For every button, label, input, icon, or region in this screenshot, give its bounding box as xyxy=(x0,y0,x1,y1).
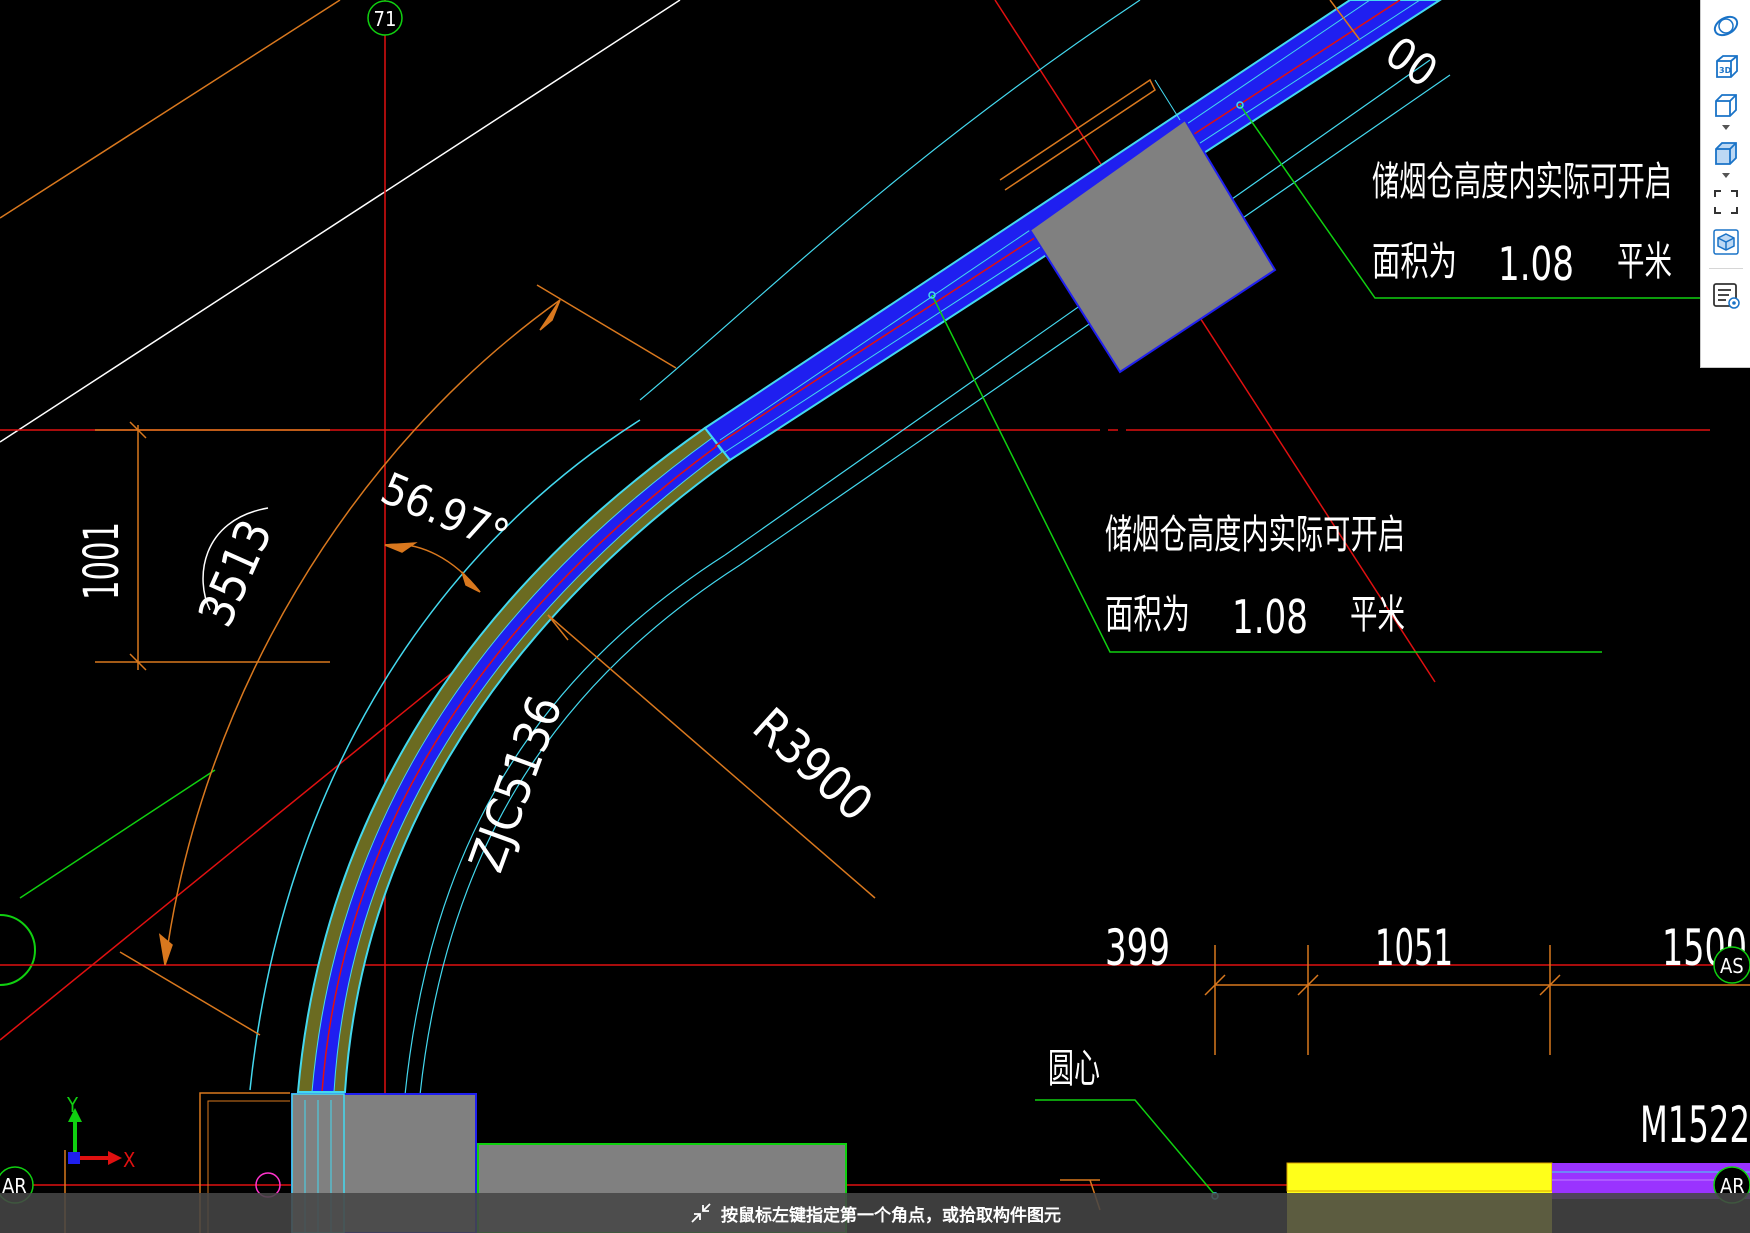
dim-bottom-399: 399 xyxy=(1105,919,1170,977)
door-label-m1522: M1522 xyxy=(1640,1096,1750,1154)
orbit-icon xyxy=(1713,15,1738,37)
properties-view-button[interactable] xyxy=(1706,275,1746,315)
cad-drawing-canvas[interactable]: 71 00 储烟仓高度内实际可开启 面积为 1.08 平米 储烟仓高度内实际可开… xyxy=(0,0,1750,1233)
view-toolbar: 3D xyxy=(1700,0,1750,368)
annotation-lower-prefix: 面积为 xyxy=(1105,592,1190,638)
annotation-lower-unit: 平米 xyxy=(1350,592,1405,638)
dim-bottom-1051: 1051 xyxy=(1375,919,1453,977)
orbit-button[interactable] xyxy=(1706,6,1746,46)
view-3d-button[interactable]: 3D xyxy=(1706,46,1746,86)
svg-text:3D: 3D xyxy=(1719,66,1732,75)
ucs-x-label: X xyxy=(123,1148,135,1172)
command-prompt-text: 按鼠标左键指定第一个角点，或拾取构件图元 xyxy=(721,1205,1061,1225)
list-view-icon xyxy=(1712,283,1740,309)
isolate-button[interactable] xyxy=(1706,222,1746,262)
3d-view-icon: 3D xyxy=(1715,55,1738,78)
window-select-button[interactable] xyxy=(1706,182,1746,222)
wireframe-cube-icon xyxy=(1714,94,1737,117)
grid-label-71: 71 xyxy=(374,7,397,31)
toolbar-divider xyxy=(1708,268,1743,269)
annotation-upper-line1: 储烟仓高度内实际可开启 xyxy=(1372,159,1672,205)
annotation-lower-value: 1.08 xyxy=(1232,590,1308,644)
shaded-cube-icon xyxy=(1714,142,1737,165)
center-point-note: 圆心 xyxy=(1048,1046,1100,1092)
shaded-view-button[interactable] xyxy=(1706,134,1746,174)
annotation-upper-unit: 平米 xyxy=(1617,239,1672,285)
wireframe-view-button[interactable] xyxy=(1706,86,1746,126)
annotation-upper-prefix: 面积为 xyxy=(1372,239,1457,285)
grid-label-as-right: AS xyxy=(1720,954,1744,978)
select-corner-icon xyxy=(691,1203,711,1223)
grid-bubble-71[interactable]: 71 xyxy=(367,0,403,36)
ucs-y-label: Y xyxy=(66,1093,79,1117)
dim-vertical-1001: 1001 xyxy=(74,522,130,600)
annotation-lower-line1: 储烟仓高度内实际可开启 xyxy=(1105,512,1405,558)
command-prompt-bar: 按鼠标左键指定第一个角点，或拾取构件图元 xyxy=(0,1193,1750,1233)
cube-isolate-icon xyxy=(1712,229,1739,255)
dashed-frame-icon xyxy=(1713,190,1738,214)
grid-bubble-as-right[interactable]: AS xyxy=(1713,946,1750,984)
annotation-upper-value: 1.08 xyxy=(1498,237,1574,291)
